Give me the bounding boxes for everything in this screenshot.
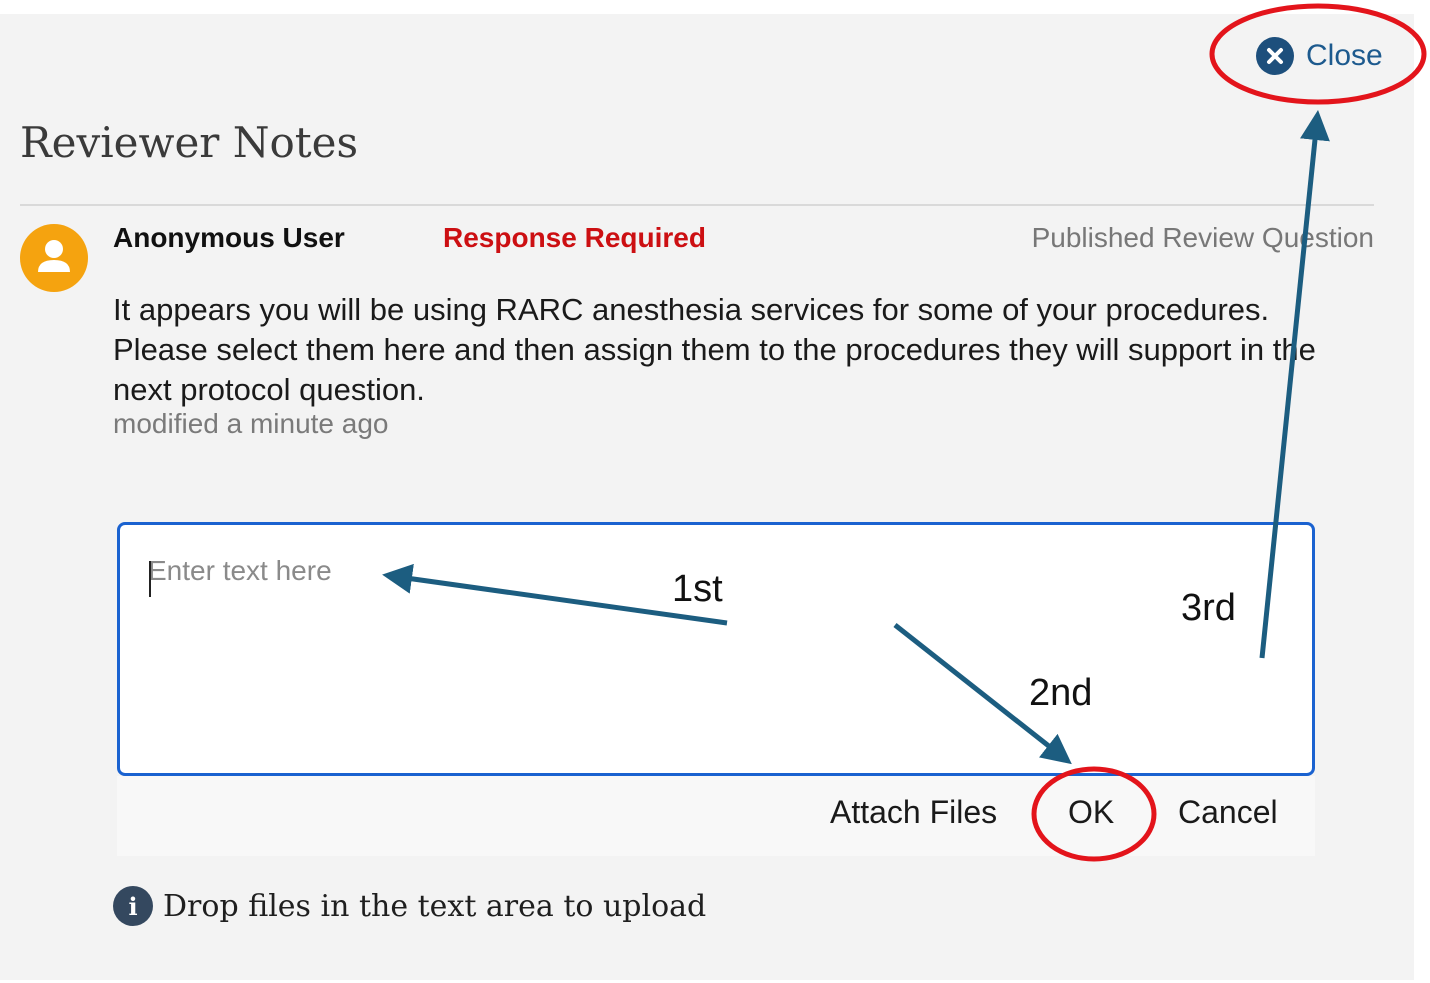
- text-caret: [149, 561, 151, 597]
- ok-button[interactable]: OK: [1068, 794, 1114, 831]
- note-source: Published Review Question: [1031, 222, 1374, 253]
- note-timestamp: modified a minute ago: [113, 408, 389, 439]
- step-label-3: 3rd: [1181, 587, 1236, 629]
- upload-hint: i Drop files in the text area to upload: [113, 886, 706, 926]
- upload-hint-text: Drop files in the text area to upload: [163, 888, 707, 924]
- status-badge: Response Required: [443, 222, 706, 253]
- user-avatar-icon: [20, 224, 88, 292]
- note-message: It appears you will be using RARC anesth…: [113, 292, 1316, 407]
- reply-box: [117, 522, 1315, 776]
- attach-files-button[interactable]: Attach Files: [830, 794, 997, 831]
- step-label-2: 2nd: [1029, 672, 1093, 714]
- close-button[interactable]: Close: [1256, 36, 1383, 76]
- divider: [20, 204, 1374, 206]
- step-label-1: 1st: [672, 568, 723, 610]
- info-icon: i: [113, 886, 153, 926]
- cancel-button[interactable]: Cancel: [1178, 794, 1278, 831]
- note-author: Anonymous User: [113, 222, 345, 253]
- reply-actions-bar: Attach Files OK Cancel: [117, 776, 1315, 856]
- close-circle-icon: [1256, 37, 1294, 75]
- close-label: Close: [1306, 39, 1383, 72]
- page-title: Reviewer Notes: [20, 118, 359, 167]
